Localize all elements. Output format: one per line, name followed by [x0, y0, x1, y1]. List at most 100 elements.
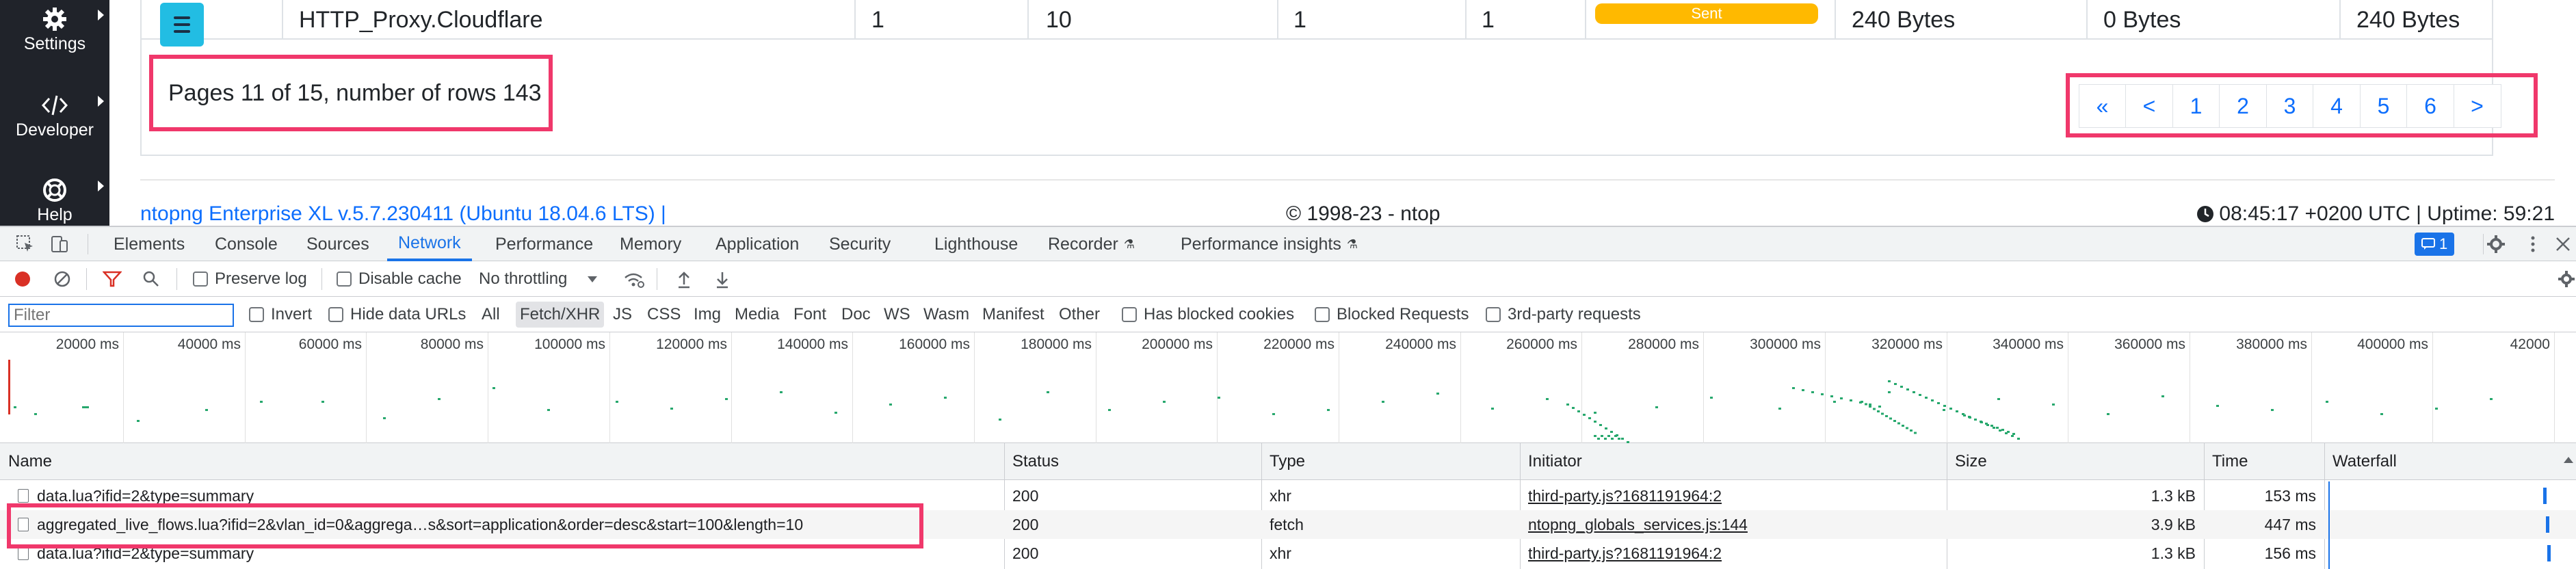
sidebar-item-developer[interactable]: Developer	[0, 92, 109, 140]
tab-recorder[interactable]: Recorder ⚗	[1037, 227, 1146, 261]
tab-performance[interactable]: Performance	[484, 227, 604, 261]
network-overview-timeline[interactable]: 20000 ms 40000 ms 60000 ms 80000 ms 100000 m…	[0, 332, 2576, 443]
first-page-link[interactable]: «	[2078, 84, 2127, 128]
request-dot	[1963, 414, 1966, 416]
inspect-element-icon[interactable]	[15, 234, 36, 254]
tab-sources[interactable]: Sources	[295, 227, 380, 261]
checkbox[interactable]	[1315, 307, 1330, 322]
column-header-size[interactable]: Size	[1947, 443, 2204, 480]
column-header-type[interactable]: Type	[1261, 443, 1520, 480]
network-conditions-icon[interactable]	[622, 269, 644, 289]
column-header-initiator[interactable]: Initiator	[1520, 443, 1947, 480]
sidebar: Settings Developer Help	[0, 0, 109, 226]
record-icon[interactable]	[14, 270, 31, 288]
blocked-requests-checkbox[interactable]: Blocked Requests	[1315, 297, 1469, 332]
tab-network[interactable]: Network	[387, 227, 472, 261]
page-link-5[interactable]: 5	[2359, 84, 2408, 128]
column-header-waterfall[interactable]: Waterfall	[2324, 443, 2576, 480]
request-dot	[1956, 410, 1958, 412]
throttling-select[interactable]: No throttling	[479, 261, 598, 297]
checkbox[interactable]	[337, 272, 352, 287]
filter-input[interactable]	[8, 304, 234, 327]
preserve-log-checkbox[interactable]: Preserve log	[193, 261, 307, 297]
page-link-1[interactable]: 1	[2172, 84, 2220, 128]
filter-type-css[interactable]: CSS	[647, 297, 681, 332]
checkbox[interactable]	[1122, 307, 1137, 322]
column-header-status[interactable]: Status	[1004, 443, 1261, 480]
request-dot	[1900, 386, 1903, 388]
filter-type-font[interactable]: Font	[793, 297, 826, 332]
initiator-link[interactable]: third-party.js?1681191964:2	[1528, 544, 1722, 563]
tab-lighthouse[interactable]: Lighthouse	[923, 227, 1029, 261]
initiator-link[interactable]: third-party.js?1681191964:2	[1528, 487, 1722, 505]
sidebar-item-settings[interactable]: Settings	[0, 5, 109, 54]
third-party-requests-checkbox[interactable]: 3rd-party requests	[1486, 297, 1641, 332]
request-dot	[1618, 438, 1620, 440]
disable-cache-checkbox[interactable]: Disable cache	[337, 261, 462, 297]
filter-type-wasm[interactable]: Wasm	[923, 297, 969, 332]
hide-data-urls-checkbox[interactable]: Hide data URLs	[328, 297, 466, 332]
filter-type-media[interactable]: Media	[735, 297, 779, 332]
timeline-tick-label: 320000 ms	[1871, 336, 1943, 352]
request-dot	[1611, 438, 1614, 440]
has-blocked-cookies-checkbox[interactable]: Has blocked cookies	[1122, 297, 1294, 332]
sidebar-item-label: Settings	[23, 34, 86, 53]
checkbox[interactable]	[1486, 307, 1501, 322]
request-dot	[1566, 403, 1569, 406]
settings-icon[interactable]	[2486, 234, 2506, 254]
tab-application[interactable]: Application	[705, 227, 810, 261]
prev-page-link[interactable]: <	[2125, 84, 2173, 128]
tab-memory[interactable]: Memory	[609, 227, 692, 261]
tab-security[interactable]: Security	[818, 227, 902, 261]
request-dot	[670, 408, 673, 410]
filter-type-img[interactable]: Img	[694, 297, 721, 332]
page-link-4[interactable]: 4	[2313, 84, 2361, 128]
sidebar-item-help[interactable]: Help	[0, 176, 109, 225]
network-settings-icon[interactable]	[2557, 269, 2576, 289]
request-dot	[1710, 397, 1713, 399]
column-header-label: Waterfall	[2332, 451, 2397, 471]
request-dot	[1621, 438, 1624, 440]
page-link-2[interactable]: 2	[2219, 84, 2267, 128]
request-dot	[1894, 383, 1897, 385]
request-dot	[1877, 410, 1880, 412]
filter-type-doc[interactable]: Doc	[841, 297, 871, 332]
more-options-icon[interactable]	[2523, 234, 2543, 254]
tab-console[interactable]: Console	[204, 227, 289, 261]
invert-checkbox[interactable]: Invert	[249, 297, 312, 332]
filter-type-other[interactable]: Other	[1059, 297, 1100, 332]
device-toolbar-icon[interactable]	[49, 234, 70, 254]
filter-type-ws[interactable]: WS	[884, 297, 910, 332]
filter-type-fetch-xhr[interactable]: Fetch/XHR	[516, 302, 605, 328]
filter-type-js[interactable]: JS	[613, 297, 632, 332]
message-icon	[2421, 238, 2435, 250]
import-har-icon[interactable]	[676, 269, 692, 289]
uptime-text: 08:45:17 +0200 UTC | Uptime: 59:21	[2219, 202, 2555, 225]
checkbox[interactable]	[193, 272, 208, 287]
search-icon[interactable]	[142, 270, 160, 288]
sidebar-item-label: Developer	[16, 120, 94, 140]
sidebar-item-label: Help	[37, 205, 73, 224]
issues-badge[interactable]: 1	[2415, 233, 2455, 256]
checkbox-label: Hide data URLs	[350, 305, 466, 323]
filter-type-manifest[interactable]: Manifest	[982, 297, 1044, 332]
table-row: HTTP_Proxy.Cloudflare 1 10 1 1 Sent 240 …	[140, 0, 2493, 47]
page-link-3[interactable]: 3	[2265, 84, 2314, 128]
column-header-time[interactable]: Time	[2204, 443, 2324, 480]
clear-icon[interactable]	[53, 270, 71, 288]
checkbox[interactable]	[249, 307, 264, 322]
page-link-6[interactable]: 6	[2406, 84, 2454, 128]
version-link[interactable]: ntopng Enterprise XL v.5.7.230411 (Ubunt…	[140, 202, 666, 226]
close-icon[interactable]	[2553, 234, 2573, 254]
next-page-link[interactable]: >	[2453, 84, 2501, 128]
export-har-icon[interactable]	[714, 269, 731, 289]
tab-performance-insights[interactable]: Performance insights ⚗	[1170, 227, 1369, 261]
column-header-name[interactable]: Name	[0, 443, 1004, 480]
flask-icon: ⚗	[1123, 237, 1135, 251]
filter-type-all[interactable]: All	[482, 297, 500, 332]
initiator-link[interactable]: ntopng_globals_services.js:144	[1528, 516, 1748, 534]
filter-icon[interactable]	[103, 270, 122, 288]
checkbox[interactable]	[328, 307, 343, 322]
tab-elements[interactable]: Elements	[103, 227, 196, 261]
timeline-tick-label: 240000 ms	[1385, 336, 1456, 352]
